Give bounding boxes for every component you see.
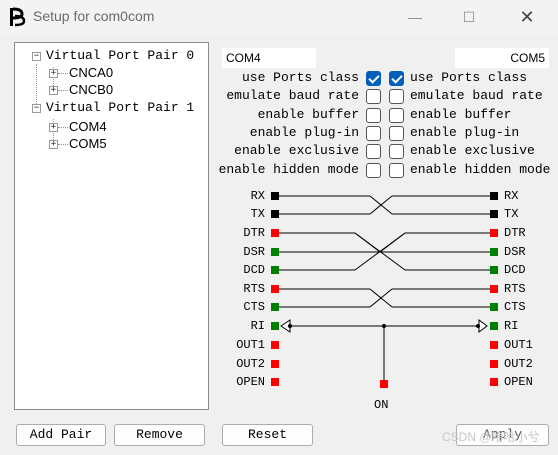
signal-indicator-right-tx — [490, 210, 498, 218]
on-indicator — [380, 380, 388, 388]
signal-indicator-right-rts — [490, 285, 498, 293]
signal-indicator-right-dtr — [490, 229, 498, 237]
signal-indicator-left-dtr — [271, 229, 279, 237]
on-label: ON — [374, 398, 389, 412]
signal-indicator-left-rts — [271, 285, 279, 293]
signal-indicator-left-out2 — [271, 360, 279, 368]
signal-label-left: DCD — [243, 263, 265, 277]
signal-label-right: RTS — [504, 282, 526, 296]
watermark: CSDN @哈哈小兮 — [442, 430, 540, 444]
signal-label-right: OUT1 — [504, 338, 533, 352]
signal-label-right: CTS — [504, 300, 526, 314]
signal-wiring-diagram — [271, 192, 498, 388]
signal-indicator-left-dcd — [271, 266, 279, 274]
add-pair-button[interactable]: Add Pair — [16, 424, 106, 446]
signal-indicator-right-rx — [490, 192, 498, 200]
signal-label-left: OUT1 — [236, 338, 265, 352]
signal-indicator-right-ri — [490, 322, 498, 330]
signal-label-left: RTS — [243, 282, 265, 296]
signal-indicator-left-tx — [271, 210, 279, 218]
signal-indicator-left-rx — [271, 192, 279, 200]
signal-label-left: DTR — [243, 226, 265, 240]
signal-label-right: OPEN — [504, 375, 533, 389]
signal-label-left: CTS — [243, 300, 265, 314]
reset-button[interactable]: Reset — [222, 424, 313, 446]
signal-label-right: DCD — [504, 263, 526, 277]
signal-label-right: RI — [504, 319, 519, 333]
signal-indicator-right-out1 — [490, 341, 498, 349]
signal-indicator-left-cts — [271, 303, 279, 311]
signal-indicator-left-out1 — [271, 341, 279, 349]
signal-label-left: TX — [250, 207, 265, 221]
signal-indicator-right-open — [490, 378, 498, 386]
signal-label-right: DTR — [504, 226, 526, 240]
signal-indicator-right-out2 — [490, 360, 498, 368]
signal-indicator-right-cts — [490, 303, 498, 311]
signal-label-left: OPEN — [236, 375, 265, 389]
signal-indicator-right-dsr — [490, 248, 498, 256]
signal-indicator-left-dsr — [271, 248, 279, 256]
signal-label-right: RX — [504, 189, 519, 203]
signal-indicator-right-dcd — [490, 266, 498, 274]
signal-label-right: DSR — [504, 245, 526, 259]
signal-label-left: RX — [250, 189, 265, 203]
signal-label-left: DSR — [243, 245, 265, 259]
remove-button[interactable]: Remove — [114, 424, 205, 446]
signal-label-right: OUT2 — [504, 357, 533, 371]
signal-label-right: TX — [504, 207, 519, 221]
signal-label-left: RI — [250, 319, 265, 333]
signal-indicator-left-open — [271, 378, 279, 386]
signal-label-left: OUT2 — [236, 357, 265, 371]
signal-indicator-left-ri — [271, 322, 279, 330]
